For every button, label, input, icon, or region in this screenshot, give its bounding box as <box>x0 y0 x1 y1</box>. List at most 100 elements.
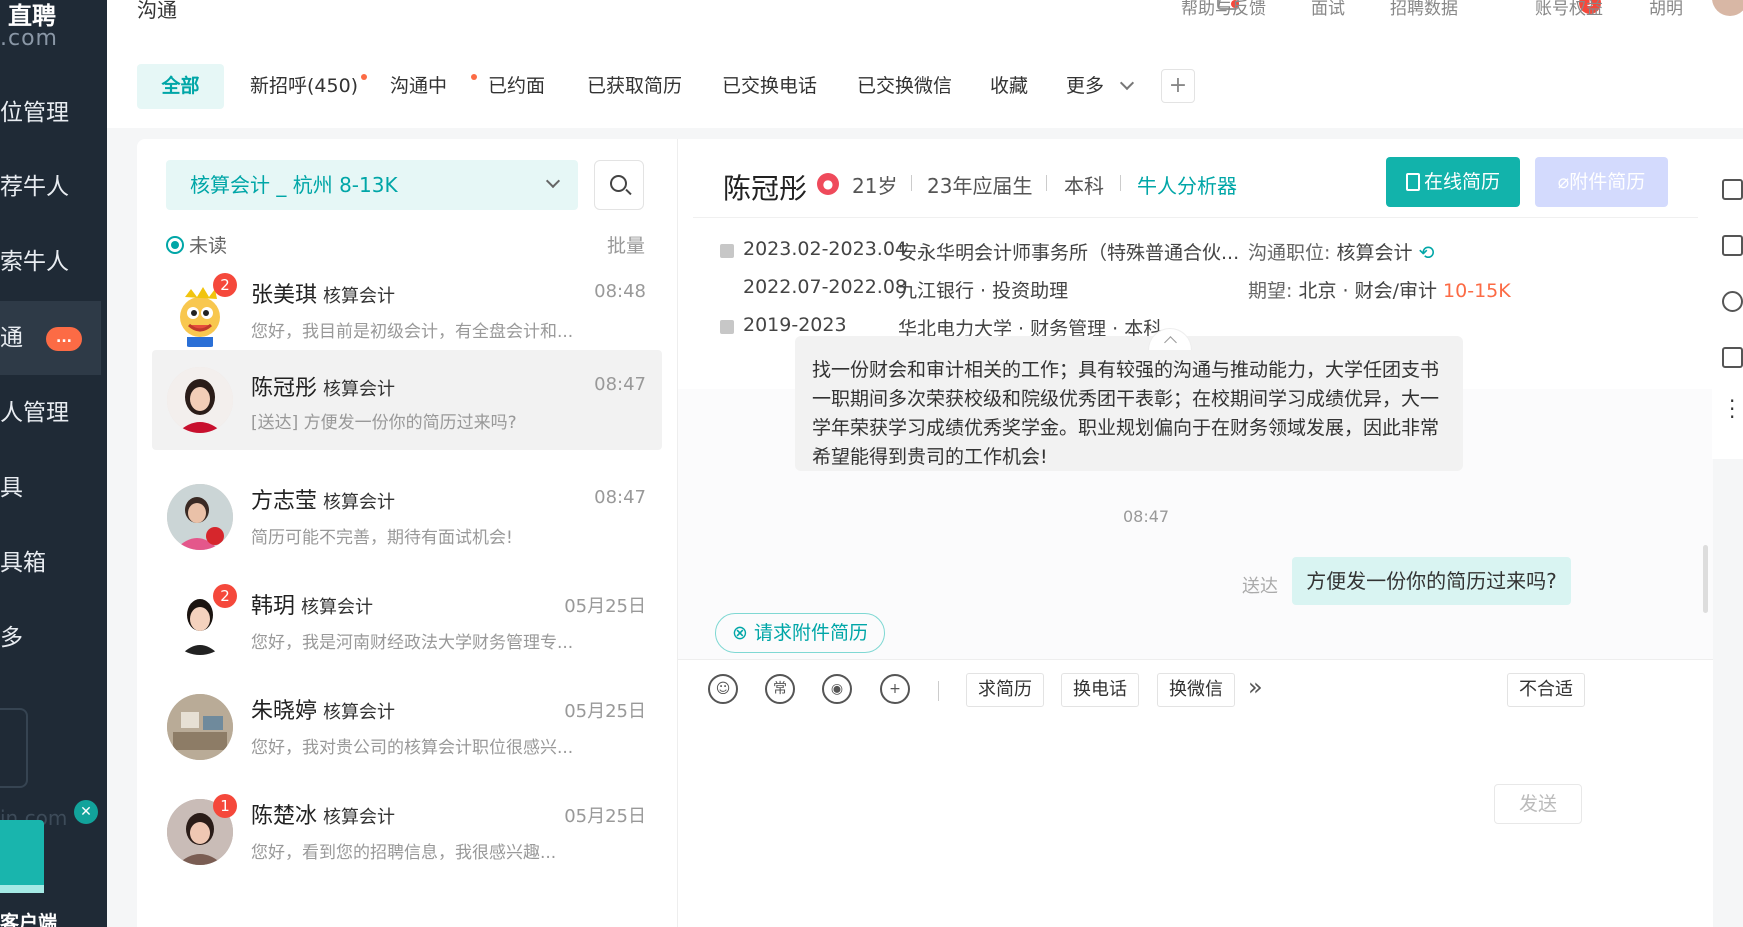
nav-item-search[interactable]: 索牛人 <box>0 225 101 299</box>
top-bar: 沟通 帮助与反馈 面试 招聘数据 1 账号权益 胡明 全部 新招呼(450) 沟… <box>107 0 1743 128</box>
upload-icon[interactable] <box>1722 347 1743 368</box>
chat-scrollbar[interactable] <box>1703 545 1708 613</box>
send-button[interactable]: 发送 <box>1494 784 1582 824</box>
message-composer[interactable]: ☺ 常 ◉ + 求简历 换电话 换微信 » 不合适 发送 <box>678 659 1713 927</box>
nav-item-toolbox[interactable]: 具箱 <box>0 526 101 600</box>
tab-interview-booked[interactable]: 已约面 <box>488 64 545 109</box>
nav-item-chat[interactable]: 通 ... <box>0 301 101 375</box>
nav-item-label: 人管理 <box>0 400 69 426</box>
list-item[interactable]: 方志莹 核算会计 08:47 简历可能不完善，期待有面试机会! <box>152 467 662 579</box>
delivery-status: 送达 <box>1242 576 1278 597</box>
candidate-name: 韩玥 <box>251 594 296 619</box>
conversation-preview: 您好，我目前是初级会计，有全盘会计和... <box>251 322 574 342</box>
double-chevron-icon[interactable]: » <box>1248 673 1263 701</box>
exchange-wechat-chip[interactable]: 换微信 <box>1157 673 1235 707</box>
list-item[interactable]: 朱晓婷 核算会计 05月25日 您好，我对贵公司的核算会计职位很感兴... <box>152 677 662 789</box>
tab-resume-got[interactable]: 已获取简历 <box>587 64 682 109</box>
chevron-down-icon <box>545 173 561 189</box>
list-item-selected[interactable]: 陈冠彤 核算会计 08:47 [送达] 方便发一份你的简历过来吗? <box>152 350 662 450</box>
add-tab-button[interactable]: + <box>1161 69 1195 103</box>
client-label[interactable]: 客户端 <box>0 908 57 927</box>
tab-new-greetings[interactable]: 新招呼(450) <box>250 64 358 109</box>
incoming-message: 找一份财会和审计相关的工作；具有较强的沟通与推动能力，大学任团支书一职期间多次荣… <box>795 336 1463 471</box>
conversation-name: 陈冠彤 核算会计 <box>251 370 395 402</box>
graduation-cap-icon <box>720 320 734 334</box>
expect-salary: 10-15K <box>1443 280 1511 302</box>
divider <box>938 681 939 701</box>
plus-icon[interactable]: + <box>880 674 910 704</box>
exchange-phone-chip[interactable]: 换电话 <box>1061 673 1139 707</box>
emoji-icon[interactable]: ☺ <box>708 674 738 704</box>
conversation-name: 方志莹 核算会计 <box>251 483 395 515</box>
account-rights-link[interactable]: 账号权益 <box>1535 0 1603 19</box>
nav-item-talent-manage[interactable]: 人管理 <box>0 376 101 450</box>
search-tag-icon: ● <box>817 173 839 195</box>
candidate-name-header: 陈冠彤 <box>723 172 808 205</box>
job-filter-value: 核算会计 _ 杭州 8-13K <box>190 173 398 197</box>
conversation-preview: 简历可能不完善，期待有面试机会! <box>251 528 513 548</box>
tab-all[interactable]: 全部 <box>137 64 224 109</box>
attachment-resume-button[interactable]: ⌀附件简历 <box>1535 157 1668 207</box>
interview-link[interactable]: 面试 <box>1311 0 1345 19</box>
nav-item-job-manage[interactable]: 位管理 <box>0 76 101 150</box>
radio-icon[interactable] <box>166 236 184 254</box>
close-icon[interactable]: ✕ <box>74 800 98 824</box>
conversation-time: 05月25日 <box>564 596 646 617</box>
list-item[interactable]: 1 陈楚冰 核算会计 05月25日 您好，看到您的招聘信息，我很感兴趣... <box>152 782 662 894</box>
request-resume-chip[interactable]: 求简历 <box>966 673 1044 707</box>
folder-icon[interactable] <box>1722 179 1743 200</box>
location-icon[interactable]: ◉ <box>822 674 852 704</box>
online-resume-button[interactable]: 在线简历 <box>1386 157 1520 207</box>
nav-item-label: 索牛人 <box>0 249 69 275</box>
help-feedback-link[interactable]: 帮助与反馈 <box>1181 0 1266 19</box>
more-vertical-icon[interactable]: · · · <box>1729 391 1735 427</box>
attachment-resume-label: 附件简历 <box>1569 171 1646 193</box>
conversation-name: 陈楚冰 核算会计 <box>251 798 395 830</box>
desktop-client-icon[interactable] <box>0 820 44 892</box>
nav-item-tools[interactable]: 具 <box>0 451 101 525</box>
not-suitable-button[interactable]: 不合适 <box>1507 673 1585 707</box>
nav-item-more[interactable]: 多 <box>0 601 101 675</box>
nav-item-label: 位管理 <box>0 100 69 126</box>
nav-item-label: 荐牛人 <box>0 174 69 200</box>
switch-icon[interactable]: ⟲ <box>1419 242 1435 264</box>
user-name[interactable]: 胡明 <box>1649 0 1683 19</box>
avatar <box>167 367 233 433</box>
briefcase-icon <box>720 244 734 258</box>
search-button[interactable] <box>594 160 644 210</box>
candidate-job: 核算会计 <box>323 286 396 307</box>
chevron-down-icon[interactable] <box>1119 75 1135 91</box>
unread-filter[interactable]: 未读 <box>166 231 227 258</box>
recruit-data-link[interactable]: 招聘数据 <box>1390 0 1458 19</box>
batch-button[interactable]: 批量 <box>607 231 645 258</box>
work-exp-date: 2022.07-2022.08 <box>743 276 907 298</box>
tab-wechat-exchanged[interactable]: 已交换微信 <box>857 64 952 109</box>
left-nav: 直聘 .com 位管理 荐牛人 索牛人 通 ... 人管理 具 具箱 多 in.… <box>0 0 107 927</box>
job-filter-select[interactable]: 核算会计 _ 杭州 8-13K <box>166 160 578 210</box>
logo-sub: .com <box>0 26 58 51</box>
list-item[interactable]: 2 韩玥 核算会计 05月25日 您好，我是河南财经政法大学财务管理专... <box>152 572 662 684</box>
conversation-preview: 您好，看到您的招聘信息，我很感兴趣... <box>251 843 557 863</box>
conversation-time: 05月25日 <box>564 701 646 722</box>
candidate-name: 陈冠彤 <box>251 376 318 401</box>
user-avatar[interactable] <box>1712 0 1743 16</box>
talent-analyzer-link[interactable]: 牛人分析器 <box>1137 170 1237 199</box>
common-phrases-icon[interactable]: 常 <box>765 674 795 704</box>
nav-item-recommend[interactable]: 荐牛人 <box>0 150 101 224</box>
tab-phone-exchanged[interactable]: 已交换电话 <box>722 64 817 109</box>
unread-label: 未读 <box>189 235 228 257</box>
share-icon[interactable] <box>1722 235 1743 256</box>
tab-favorites[interactable]: 收藏 <box>990 64 1028 109</box>
conversation-preview: 您好，我是河南财经政法大学财务管理专... <box>251 633 574 653</box>
tab-chatting[interactable]: 沟通中 <box>390 64 447 109</box>
divider <box>911 175 912 191</box>
conversation-time: 08:47 <box>594 487 646 508</box>
unread-badge: 2 <box>213 584 237 608</box>
expect-label: 期望: <box>1248 280 1293 302</box>
request-attachment-button[interactable]: ⊗ 请求附件简历 <box>715 613 885 653</box>
request-attachment-label: 请求附件简历 <box>753 622 868 644</box>
tab-more[interactable]: 更多 <box>1066 64 1104 109</box>
work-exp-org: 九江银行 · 投资助理 <box>898 280 1069 302</box>
nav-chat-badge: ... <box>46 327 82 351</box>
star-icon[interactable] <box>1722 291 1743 312</box>
